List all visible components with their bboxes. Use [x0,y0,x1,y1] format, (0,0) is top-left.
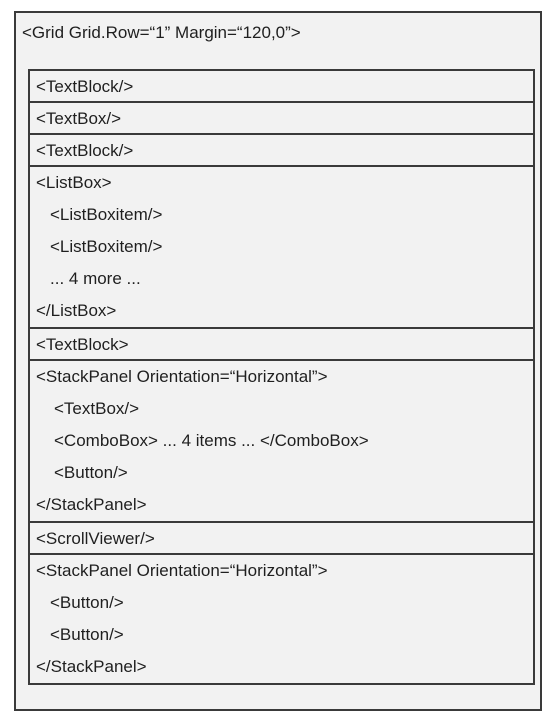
textblock-label-2: <TextBlock/> [36,141,134,160]
grid-title: <Grid Grid.Row=“1” Margin=“120,0”> [22,23,301,42]
stackpanel-box-1: <StackPanel Orientation=“Horizontal”> <T… [30,361,533,523]
stackpanel-1-combobox: <ComboBox> ... 4 items ... </ComboBox> [54,431,369,450]
textblock-label-1: <TextBlock/> [36,77,134,96]
element-stack: <TextBlock/> <TextBox/> <TextBlock/> <Li… [28,69,535,685]
scrollviewer-label: <ScrollViewer/> [36,529,155,548]
stackpanel-2-close-tag: </StackPanel> [36,657,147,676]
stackpanel-1-button: <Button/> [54,463,128,482]
listbox-more: ... 4 more ... [50,269,141,288]
stackpanel-box-2: <StackPanel Orientation=“Horizontal”> <B… [30,555,533,685]
listbox-item-2: <ListBoxitem/> [50,237,163,256]
stackpanel-2-button-2: <Button/> [50,625,124,644]
listbox-box: <ListBox> <ListBoxitem/> <ListBoxitem/> … [30,167,533,329]
textbox-label: <TextBox/> [36,109,122,128]
listbox-open-tag: <ListBox> [36,173,112,192]
textblock-box-2: <TextBlock/> [30,135,533,167]
textbox-box: <TextBox/> [30,103,533,135]
grid-container: <Grid Grid.Row=“1” Margin=“120,0”> <Text… [14,11,542,711]
textblock-label-3: <TextBlock> [36,335,129,354]
stackpanel-1-textbox: <TextBox/> [54,399,140,418]
listbox-item-1: <ListBoxitem/> [50,205,163,224]
textblock-box-1: <TextBlock/> [30,71,533,103]
scrollviewer-box: <ScrollViewer/> [30,523,533,555]
stackpanel-2-button-1: <Button/> [50,593,124,612]
stackpanel-1-close-tag: </StackPanel> [36,495,147,514]
textblock-box-3: <TextBlock> [30,329,533,361]
listbox-close-tag: </ListBox> [36,301,117,320]
stackpanel-1-open-tag: <StackPanel Orientation=“Horizontal”> [36,367,328,386]
stackpanel-2-open-tag: <StackPanel Orientation=“Horizontal”> [36,561,328,580]
